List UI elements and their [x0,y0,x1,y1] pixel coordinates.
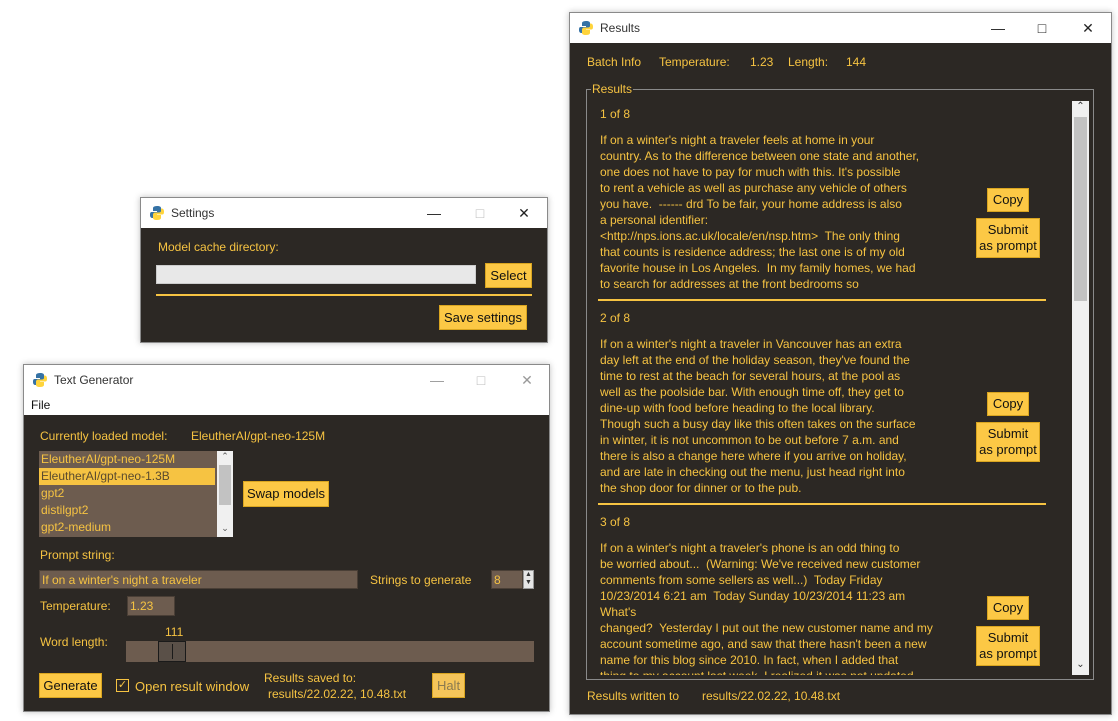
text-generator-window: Text Generator — □ ✕ File Currently load… [23,364,550,712]
settings-window: Settings — □ ✕ Model cache directory: Se… [140,197,548,343]
results-written-path: results/22.02.22, 10.48.txt [702,689,841,703]
results-title: Results [600,21,641,35]
menu-file[interactable]: File [31,398,50,412]
open-result-label[interactable]: Open result window [135,679,249,694]
result-entry: 3 of 8 If on a winter's night a traveler'… [590,509,1074,675]
results-length-value: 144 [846,55,867,69]
copy-button[interactable]: Copy [987,392,1029,416]
scroll-thumb[interactable] [219,465,231,505]
model-list-item[interactable]: distilgpt2 [39,502,215,519]
swap-models-button[interactable]: Swap models [243,481,329,507]
result-text[interactable]: If on a winter's night a traveler in Van… [600,336,916,496]
settings-separator [156,294,532,296]
loaded-model-label: Currently loaded model: [40,429,168,443]
cache-dir-input[interactable] [156,265,476,284]
scroll-up-icon[interactable]: ⌃ [217,451,233,465]
result-entry: 1 of 8 If on a winter's night a traveler … [590,101,1074,305]
results-saved-label: Results saved to: [264,671,357,685]
generate-button[interactable]: Generate [39,673,102,698]
minimize-icon[interactable]: — [411,198,457,228]
results-temp-value: 1.23 [750,55,774,69]
results-scroll-area[interactable]: 1 of 8 If on a winter's night a traveler … [590,101,1074,675]
results-written-label: Results written to [587,689,680,703]
model-listbox[interactable]: EleutherAI/gpt-neo-125M EleutherAI/gpt-ne… [39,451,233,537]
cache-dir-label: Model cache directory: [158,240,279,254]
scroll-thumb[interactable] [1074,117,1087,301]
model-list-item[interactable]: EleutherAI/gpt-neo-1.3B [39,468,215,485]
halt-button[interactable]: Halt [432,673,465,698]
loaded-model-value: EleutherAI/gpt-neo-125M [191,429,326,443]
results-length-label: Length: [788,55,829,69]
close-icon[interactable]: ✕ [1065,13,1111,43]
submit-as-prompt-button[interactable]: Submit as prompt [976,218,1040,258]
result-separator [598,299,1046,301]
strings-spinbox[interactable]: 8 [491,570,523,589]
result-header: 3 of 8 [600,515,631,529]
word-length-label: Word length: [40,635,108,649]
scroll-down-icon[interactable]: ⌄ [217,523,233,537]
prompt-input[interactable]: If on a winter's night a traveler [39,570,358,589]
strings-to-generate-label: Strings to generate [370,573,472,587]
settings-titlebar[interactable]: Settings — □ ✕ [141,198,547,228]
model-list: EleutherAI/gpt-neo-125M EleutherAI/gpt-ne… [39,451,215,536]
results-scrollbar[interactable]: ⌃ ⌄ [1072,101,1089,675]
result-text[interactable]: If on a winter's night a traveler's phon… [600,540,933,675]
scroll-down-icon[interactable]: ⌄ [1072,659,1089,675]
result-text[interactable]: If on a winter's night a traveler feels … [600,132,919,292]
copy-button[interactable]: Copy [987,596,1029,620]
batch-info-label: Batch Info [587,55,642,69]
temperature-input[interactable]: 1.23 [127,596,175,616]
spin-arrows-icon[interactable]: ▲ ▼ [523,570,534,589]
settings-title: Settings [171,206,215,220]
word-length-value: 111 [165,625,184,639]
python-logo-icon [33,373,47,387]
result-header: 1 of 8 [600,107,631,121]
temperature-label: Temperature: [40,599,111,613]
model-list-scrollbar[interactable]: ⌃ ⌄ [217,451,233,537]
results-frame-label: Results [591,82,634,96]
textgen-titlebar[interactable]: Text Generator — □ ✕ [24,365,549,395]
copy-button[interactable]: Copy [987,188,1029,212]
submit-as-prompt-button[interactable]: Submit as prompt [976,626,1040,666]
scroll-up-icon[interactable]: ⌃ [1072,101,1089,117]
menubar: File [24,395,549,415]
minimize-icon[interactable]: — [414,365,460,395]
maximize-icon[interactable]: □ [1019,13,1065,43]
word-length-slider[interactable] [126,641,534,662]
textgen-title: Text Generator [54,373,134,387]
result-entry: 2 of 8 If on a winter's night a traveler … [590,305,1074,509]
model-list-item[interactable]: EleutherAI/gpt-neo-125M [39,451,215,468]
maximize-icon: □ [476,372,486,388]
select-button[interactable]: Select [485,263,532,288]
slider-handle[interactable] [158,641,187,662]
result-separator [598,503,1046,505]
open-result-checkbox[interactable]: ✓ [116,679,129,692]
submit-as-prompt-button[interactable]: Submit as prompt [976,422,1040,462]
result-header: 2 of 8 [600,311,631,325]
results-temp-label: Temperature: [659,55,730,69]
close-icon[interactable]: ✕ [504,365,550,395]
save-settings-button[interactable]: Save settings [439,305,527,330]
results-window: Results — □ ✕ Batch Info Temperature: 1.… [569,12,1112,715]
python-logo-icon [150,206,164,220]
model-list-item[interactable]: gpt2-medium [39,519,215,536]
close-icon[interactable]: ✕ [501,198,547,228]
python-logo-icon [579,21,593,35]
results-titlebar[interactable]: Results — □ ✕ [570,13,1111,43]
prompt-label: Prompt string: [40,548,115,562]
minimize-icon[interactable]: — [975,13,1021,43]
model-list-item[interactable]: gpt2 [39,485,215,502]
maximize-icon: □ [475,205,485,221]
results-saved-path: results/22.02.22, 10.48.txt [268,687,407,701]
